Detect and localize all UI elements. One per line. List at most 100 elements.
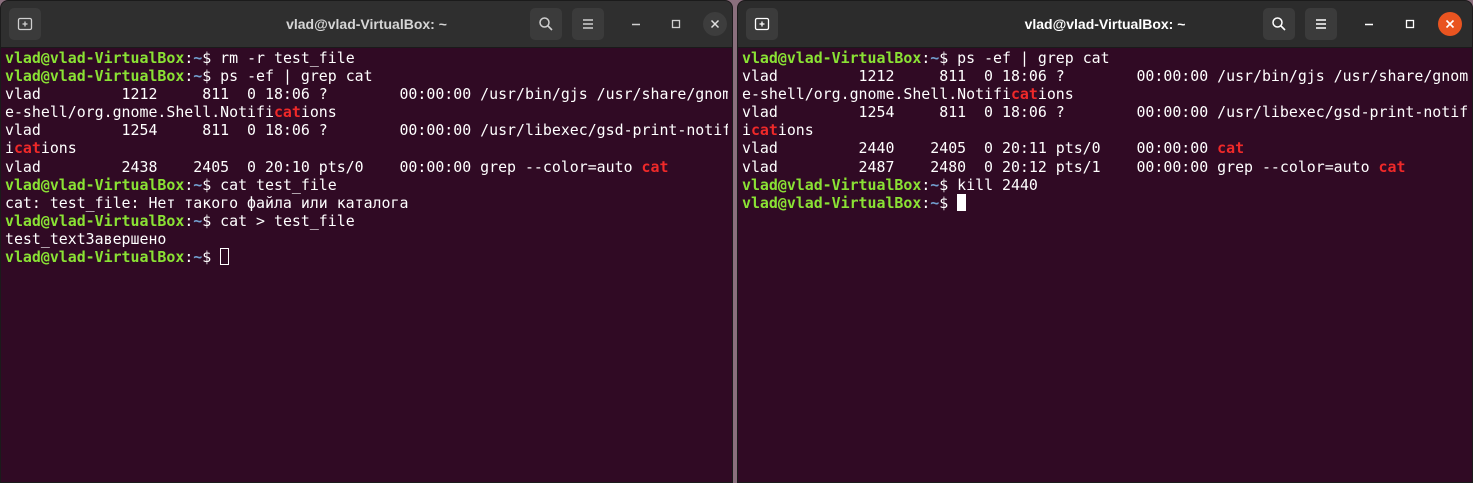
output-text: cat: test_file: Нет такого файла или кат… — [5, 193, 409, 212]
prompt-symbol: $ — [939, 175, 949, 194]
close-icon — [710, 19, 720, 29]
output-text: e-shell/org.gnome.Shell.Notifi — [742, 85, 1011, 104]
prompt-path: ~ — [193, 211, 203, 230]
prompt-separator: : — [184, 49, 194, 67]
search-icon — [1272, 17, 1286, 31]
maximize-icon — [671, 19, 681, 29]
command-text: cat test_file — [211, 175, 337, 194]
output-text: ions — [1037, 85, 1074, 104]
text-cursor — [957, 193, 967, 211]
output-line: vlad 1212 811 0 18:06 ? 00:00:00 /usr/bi… — [742, 67, 1468, 85]
prompt-separator: : — [921, 49, 931, 67]
prompt-path: ~ — [930, 49, 940, 67]
close-button[interactable] — [1438, 12, 1462, 36]
prompt-line: vlad@vlad-VirtualBox:~$ cat test_file — [5, 176, 728, 194]
output-line: test_textЗавершено — [5, 230, 728, 248]
prompt-separator: : — [184, 175, 194, 194]
close-icon — [1445, 19, 1455, 29]
terminal-output[interactable]: vlad@vlad-VirtualBox:~$ ps -ef | grep ca… — [742, 49, 1468, 482]
new-tab-icon — [754, 17, 770, 31]
output-text: e-shell/org.gnome.Shell.Notifi — [5, 103, 274, 122]
prompt-line: vlad@vlad-VirtualBox:~$ — [742, 193, 1468, 212]
maximize-button[interactable] — [664, 12, 688, 36]
prompt-user-host: vlad@vlad-VirtualBox — [5, 67, 185, 86]
prompt-user-host: vlad@vlad-VirtualBox — [5, 175, 185, 194]
close-button[interactable] — [703, 12, 727, 36]
output-text: vlad 1212 811 0 18:06 ? 00:00:00 /usr/bi… — [742, 67, 1468, 86]
minimize-button[interactable] — [624, 12, 648, 36]
prompt-user-host: vlad@vlad-VirtualBox — [742, 49, 922, 67]
menu-button[interactable] — [572, 8, 604, 40]
new-tab-icon — [17, 17, 33, 31]
prompt-symbol: $ — [202, 49, 212, 67]
prompt-separator: : — [184, 248, 194, 267]
prompt-line: vlad@vlad-VirtualBox:~$ kill 2440 — [742, 176, 1468, 194]
prompt-line: vlad@vlad-VirtualBox:~$ rm -r test_file — [5, 49, 728, 67]
prompt-user-host: vlad@vlad-VirtualBox — [742, 193, 922, 212]
window-title: vlad@vlad-VirtualBox: ~ — [286, 16, 447, 32]
search-button[interactable] — [1263, 8, 1295, 40]
minimize-icon — [1365, 23, 1373, 26]
terminal-window-right[interactable]: vlad@vlad-VirtualBox: ~ vlad@vlad-Virtua… — [737, 0, 1473, 483]
minimize-button[interactable] — [1357, 12, 1381, 36]
menu-button[interactable] — [1305, 8, 1337, 40]
grep-match-highlight: cat — [750, 121, 778, 140]
output-line: vlad 1254 811 0 18:06 ? 00:00:00 /usr/li… — [5, 121, 728, 139]
output-text: vlad 1254 811 0 18:06 ? 00:00:00 /usr/li… — [5, 121, 728, 140]
hamburger-menu-icon — [583, 19, 593, 29]
command-text — [948, 194, 957, 212]
grep-match-highlight: cat — [1010, 85, 1038, 104]
new-tab-button[interactable] — [746, 8, 778, 40]
maximize-icon — [1405, 19, 1415, 29]
output-text: vlad 2487 2480 0 20:12 pts/1 00:00:00 gr… — [742, 157, 1379, 176]
grep-match-highlight: cat — [273, 103, 301, 122]
text-cursor — [220, 248, 230, 266]
prompt-separator: : — [184, 67, 194, 86]
output-text: ions — [300, 103, 337, 122]
prompt-user-host: vlad@vlad-VirtualBox — [5, 211, 185, 230]
prompt-symbol: $ — [202, 211, 212, 230]
prompt-path: ~ — [193, 175, 203, 194]
prompt-line: vlad@vlad-VirtualBox:~$ cat > test_file — [5, 212, 728, 230]
command-text: rm -r test_file — [211, 49, 355, 67]
command-text — [211, 248, 220, 266]
hamburger-menu-icon — [1316, 19, 1326, 29]
prompt-symbol: $ — [202, 175, 212, 194]
command-text: ps -ef | grep cat — [211, 67, 373, 86]
output-line: ications — [5, 139, 728, 157]
terminal-window-left[interactable]: vlad@vlad-VirtualBox: ~ vlad@vlad-Virtua… — [0, 0, 733, 483]
prompt-separator: : — [921, 193, 931, 212]
prompt-path: ~ — [930, 193, 940, 212]
output-line: e-shell/org.gnome.Shell.Notifications — [742, 85, 1468, 103]
output-line: cat: test_file: Нет такого файла или кат… — [5, 194, 728, 212]
prompt-symbol: $ — [939, 49, 949, 67]
title-bar[interactable]: vlad@vlad-VirtualBox: ~ — [1, 1, 732, 48]
output-text: vlad 1212 811 0 18:06 ? 00:00:00 /usr/bi… — [5, 85, 728, 104]
prompt-path: ~ — [930, 175, 940, 194]
output-line: vlad 2440 2405 0 20:11 pts/0 00:00:00 ca… — [742, 139, 1468, 157]
output-text: vlad 2438 2405 0 20:10 pts/0 00:00:00 gr… — [5, 157, 642, 176]
search-icon — [539, 17, 553, 31]
grep-match-highlight: cat — [1378, 157, 1406, 176]
command-text: ps -ef | grep cat — [948, 49, 1110, 67]
prompt-symbol: $ — [202, 67, 212, 86]
output-line: vlad 1212 811 0 18:06 ? 00:00:00 /usr/bi… — [5, 85, 728, 103]
output-line: vlad 1254 811 0 18:06 ? 00:00:00 /usr/li… — [742, 103, 1468, 121]
prompt-separator: : — [184, 211, 194, 230]
prompt-user-host: vlad@vlad-VirtualBox — [5, 49, 185, 67]
prompt-line: vlad@vlad-VirtualBox:~$ ps -ef | grep ca… — [5, 67, 728, 85]
terminal-output[interactable]: vlad@vlad-VirtualBox:~$ rm -r test_file v… — [5, 49, 728, 482]
prompt-path: ~ — [193, 248, 203, 267]
grep-match-highlight: cat — [1217, 139, 1245, 158]
new-tab-button[interactable] — [9, 8, 41, 40]
prompt-separator: : — [921, 175, 931, 194]
prompt-user-host: vlad@vlad-VirtualBox — [742, 175, 922, 194]
output-text: ions — [777, 121, 814, 140]
maximize-button[interactable] — [1398, 12, 1422, 36]
output-text: ions — [40, 139, 77, 158]
prompt-user-host: vlad@vlad-VirtualBox — [5, 248, 185, 267]
search-button[interactable] — [530, 8, 562, 40]
output-text: vlad 1254 811 0 18:06 ? 00:00:00 /usr/li… — [742, 103, 1468, 122]
title-bar[interactable]: vlad@vlad-VirtualBox: ~ — [738, 1, 1472, 48]
command-text: kill 2440 — [948, 175, 1038, 194]
